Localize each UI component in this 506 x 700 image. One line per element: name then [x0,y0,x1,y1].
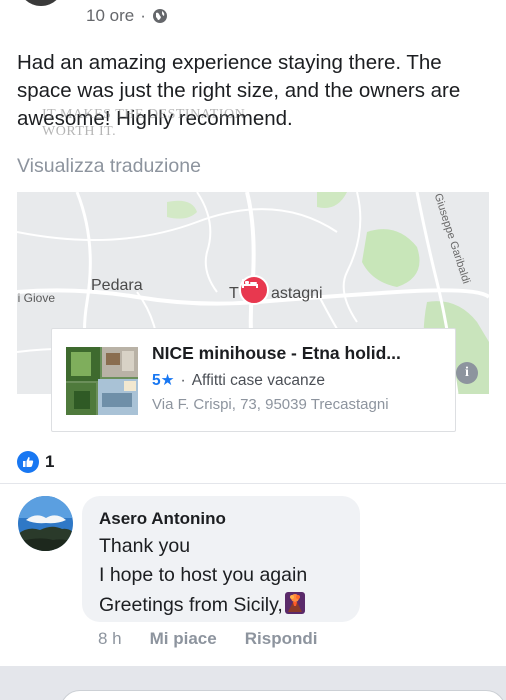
comment-bubble: Asero Antonino Thank you I hope to host … [82,496,360,622]
like-comment-button[interactable]: Mi piace [150,629,217,649]
place-category: Affitti case vacanze [191,371,325,389]
map-label-giove: di Giove [17,291,56,305]
comment-author[interactable]: Asero Antonino [99,509,226,529]
map-pin[interactable] [239,275,269,305]
post-meta: 10 ore · [86,6,168,26]
comment-line-3: Greetings from Sicily, [99,592,305,617]
post-text: Had an amazing experience staying there.… [17,51,461,130]
comment-time[interactable]: 8 h [98,629,122,649]
reply-comment-button[interactable]: Rispondi [245,629,318,649]
comment-line-1: Thank you [99,535,191,557]
see-translation-link[interactable]: Visualizza traduzione [17,155,201,178]
place-thumbnail [66,347,138,415]
place-rating-row: 5★ · Affitti case vacanze [152,371,325,390]
thumbs-up-icon [17,451,39,473]
next-comment-box[interactable] [60,690,506,700]
map-label-pedara: Pedara [91,277,143,294]
place-name[interactable]: NICE minihouse - Etna holid... [152,343,401,364]
reaction-count: 1 [45,452,55,471]
meta-separator: · [140,6,146,25]
map-label-trecastagni-end: astagni [271,285,323,302]
post-time[interactable]: 10 ore [86,6,134,26]
place-address: Via F. Crispi, 73, 95039 Trecastagni [152,396,389,413]
place-card[interactable]: NICE minihouse - Etna holid... 5★ · Affi… [51,328,456,432]
comment-actions: 8 h Mi piace Rispondi [98,629,317,649]
volcano-emoji-icon [284,592,305,614]
map-label-trecastagni-start: T [229,285,239,302]
globe-icon [152,9,167,23]
divider [0,483,506,484]
bed-icon [242,279,258,288]
post-author-avatar[interactable] [18,0,64,6]
commenter-avatar[interactable] [18,496,73,551]
info-icon[interactable]: i [456,362,478,384]
place-rating: 5★ [152,372,175,389]
rating-separator: · [180,371,186,389]
reaction-summary[interactable]: 1 [17,451,54,473]
comment-line-2: I hope to host you again [99,564,308,586]
